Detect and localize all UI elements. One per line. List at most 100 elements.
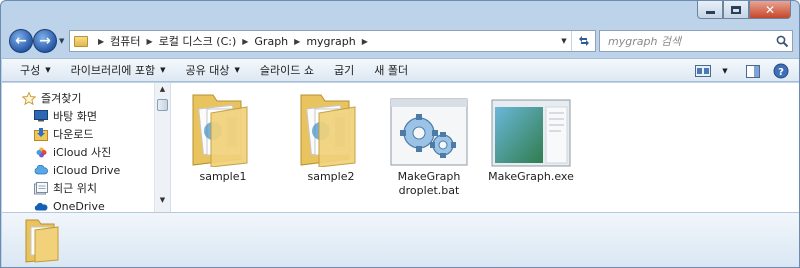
nav-item-label: iCloud 사진 — [53, 146, 112, 159]
chevron-right-icon[interactable]: ▶ — [362, 37, 368, 46]
file-name: MakeGraph droplet.bat — [398, 170, 461, 198]
nav-item-downloads[interactable]: 다운로드 — [22, 125, 120, 143]
nav-item-icloud-photos[interactable]: iCloud 사진 — [22, 143, 120, 161]
new-folder-button[interactable]: 새 폴더 — [374, 62, 408, 78]
back-arrow-icon: ← — [15, 33, 27, 49]
nav-item-label: 최근 위치 — [53, 182, 97, 195]
details-pane — [2, 212, 799, 267]
preview-pane-icon — [746, 64, 760, 78]
recent-places-icon — [34, 181, 48, 195]
window-caption-buttons: ✕ — [697, 1, 791, 19]
change-view-button[interactable] — [692, 61, 714, 81]
recent-pages-dropdown[interactable]: ▼ — [59, 37, 64, 45]
nav-list: 즐겨찾기 바탕 화면 다운로드 iCloud 사진 iCloud Drive 최… — [22, 89, 120, 215]
nav-item-label: 즐겨찾기 — [41, 92, 82, 105]
maximize-icon — [731, 5, 741, 14]
chevron-down-icon: ▼ — [160, 66, 166, 74]
navigation-pane: 즐겨찾기 바탕 화면 다운로드 iCloud 사진 iCloud Drive 최… — [2, 83, 171, 215]
chevron-right-icon[interactable]: ▶ — [98, 37, 104, 46]
chevron-right-icon[interactable]: ▶ — [242, 37, 248, 46]
close-button[interactable]: ✕ — [749, 1, 791, 19]
downloads-icon — [34, 127, 48, 141]
slideshow-button[interactable]: 슬라이드 쇼 — [260, 62, 314, 78]
new-folder-label: 새 폴더 — [374, 64, 409, 77]
content-area: 즐겨찾기 바탕 화면 다운로드 iCloud 사진 iCloud Drive 최… — [2, 83, 799, 215]
view-dropdown[interactable]: ▼ — [714, 61, 736, 81]
include-in-library-menu[interactable]: 라이브러리에 포함 ▼ — [71, 62, 166, 78]
svg-text:?: ? — [778, 67, 784, 78]
minimize-icon — [705, 10, 715, 14]
search-box[interactable]: mygraph 검색 — [599, 30, 793, 52]
explorer-window: ✕ ← → ▼ ▶ 컴퓨터 ▶ 로컬 디스크 (C:) ▶ Graph ▶ my… — [0, 0, 800, 268]
nav-item-label: 바탕 화면 — [53, 110, 97, 123]
slideshow-label: 슬라이드 쇼 — [259, 64, 314, 77]
address-dropdown-icon[interactable]: ▼ — [557, 37, 571, 45]
breadcrumb-computer[interactable]: 컴퓨터 — [110, 33, 140, 49]
nav-item-icloud-drive[interactable]: iCloud Drive — [22, 161, 120, 179]
file-item-makegraph-exe[interactable]: MakeGraph.exe — [483, 87, 579, 184]
refresh-button[interactable] — [571, 31, 595, 51]
search-input[interactable]: mygraph 검색 — [608, 33, 772, 49]
share-with-label: 공유 대상 — [185, 64, 230, 77]
navigation-row: ← → ▼ ▶ 컴퓨터 ▶ 로컬 디스크 (C:) ▶ Graph ▶ mygr… — [1, 25, 799, 57]
help-icon: ? — [773, 63, 789, 79]
close-icon: ✕ — [764, 2, 776, 17]
share-with-menu[interactable]: 공유 대상 ▼ — [186, 62, 240, 78]
file-item-sample2[interactable]: sample2 — [283, 87, 379, 184]
organize-label: 구성 — [20, 64, 41, 77]
minimize-button[interactable] — [697, 1, 723, 19]
nav-item-label: 다운로드 — [53, 128, 94, 141]
chevron-down-icon: ▼ — [45, 66, 51, 74]
command-bar: 구성 ▼ 라이브러리에 포함 ▼ 공유 대상 ▼ 슬라이드 쇼 굽기 새 폴더 ▼ ? — [2, 58, 799, 82]
address-bar[interactable]: ▶ 컴퓨터 ▶ 로컬 디스크 (C:) ▶ Graph ▶ mygraph ▶ … — [69, 30, 596, 52]
scroll-down-arrow-icon[interactable]: ▼ — [155, 196, 170, 210]
file-item-makegraph-droplet-bat[interactable]: MakeGraph droplet.bat — [381, 87, 477, 198]
organize-menu[interactable]: 구성 ▼ — [20, 62, 51, 78]
help-button[interactable]: ? — [770, 61, 792, 81]
folder-icon — [22, 217, 62, 266]
folder-icon — [74, 35, 88, 47]
file-name: sample1 — [199, 170, 247, 183]
burn-button[interactable]: 굽기 — [334, 62, 354, 78]
file-name: sample2 — [307, 170, 355, 183]
file-list: sample1 sample2 MakeGraph droplet.bat Ma… — [172, 83, 799, 212]
search-icon[interactable] — [772, 35, 792, 48]
nav-item-label: iCloud Drive — [53, 163, 121, 177]
scroll-up-arrow-icon[interactable]: ▲ — [155, 85, 170, 99]
desktop-icon — [34, 110, 48, 123]
view-tools: ▼ ? — [692, 61, 792, 81]
chevron-down-icon: ▼ — [722, 67, 728, 75]
back-button[interactable]: ← — [9, 29, 33, 53]
onedrive-icon — [34, 200, 48, 213]
nav-item-recent-places[interactable]: 최근 위치 — [22, 179, 120, 197]
icloud-photos-icon — [34, 146, 48, 159]
file-name-line2: droplet.bat — [398, 184, 460, 197]
forward-arrow-icon: → — [39, 33, 51, 49]
batch-file-gears-icon — [389, 87, 469, 167]
chevron-down-icon: ▼ — [234, 66, 240, 74]
icloud-drive-icon — [34, 164, 48, 177]
folder-icon — [183, 87, 263, 167]
chevron-right-icon[interactable]: ▶ — [147, 37, 153, 46]
view-options-icon — [695, 65, 711, 77]
breadcrumb-graph[interactable]: Graph — [254, 35, 288, 48]
breadcrumb-local-disk[interactable]: 로컬 디스크 (C:) — [159, 33, 237, 49]
application-icon — [491, 87, 571, 167]
burn-label: 굽기 — [333, 64, 355, 77]
nav-item-desktop[interactable]: 바탕 화면 — [22, 107, 120, 125]
folder-icon — [291, 87, 371, 167]
scrollbar-thumb[interactable] — [157, 99, 168, 111]
nav-item-favorites[interactable]: 즐겨찾기 — [22, 89, 120, 107]
chevron-right-icon[interactable]: ▶ — [294, 37, 300, 46]
forward-button[interactable]: → — [33, 29, 57, 53]
nav-pane-scrollbar[interactable]: ▲ ▼ — [154, 83, 170, 212]
breadcrumb-mygraph[interactable]: mygraph — [306, 35, 355, 48]
nav-item-label: OneDrive — [53, 199, 105, 213]
maximize-button[interactable] — [723, 1, 749, 19]
file-name-line1: MakeGraph — [397, 170, 461, 183]
file-item-sample1[interactable]: sample1 — [175, 87, 271, 184]
star-icon — [22, 91, 36, 105]
preview-pane-button[interactable] — [742, 61, 764, 81]
include-in-library-label: 라이브러리에 포함 — [70, 64, 156, 77]
file-name: MakeGraph.exe — [488, 170, 574, 183]
